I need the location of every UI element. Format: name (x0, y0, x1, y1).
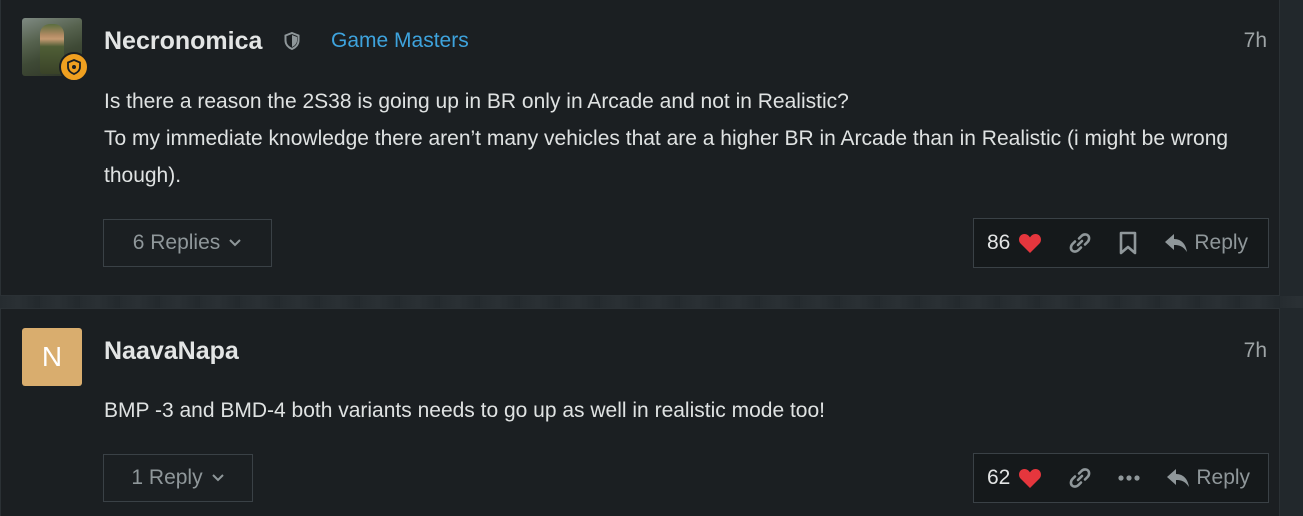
post-controls: 86 Reply (973, 218, 1269, 268)
show-replies-button[interactable]: 1 Reply (103, 454, 253, 502)
like-count[interactable]: 62 (987, 466, 1010, 490)
topic-page: Necronomica Game Masters 7h Is there a r… (0, 0, 1303, 516)
more-icon[interactable] (1118, 474, 1140, 482)
reply-label: Reply (1196, 466, 1251, 489)
shield-icon (284, 31, 300, 51)
like-count[interactable]: 86 (987, 231, 1010, 255)
chevron-down-icon (228, 238, 242, 248)
reply-button[interactable]: Reply (1166, 466, 1250, 490)
replies-label: 6 Replies (132, 231, 221, 254)
chevron-down-icon (211, 473, 225, 483)
user-group-link[interactable]: Game Masters (331, 29, 469, 53)
reply-label: Reply (1194, 231, 1249, 254)
reply-icon (1164, 233, 1188, 253)
show-replies-button[interactable]: 6 Replies (103, 219, 272, 267)
link-icon[interactable] (1068, 466, 1092, 490)
link-icon[interactable] (1068, 231, 1092, 255)
bookmark-icon[interactable] (1118, 231, 1138, 255)
post: N NaavaNapa 7h BMP -3 and BMD-4 both var… (0, 308, 1280, 516)
post-time[interactable]: 7h (1244, 29, 1267, 53)
heart-icon[interactable] (1018, 232, 1042, 254)
post-paragraph: To my immediate knowledge there aren’t m… (104, 127, 1229, 187)
post-paragraph: BMP -3 and BMD-4 both variants needs to … (104, 399, 825, 422)
moderator-badge-icon (59, 52, 89, 82)
username[interactable]: NaavaNapa (104, 337, 239, 366)
heart-icon[interactable] (1018, 467, 1042, 489)
avatar[interactable]: N (22, 328, 82, 386)
post-time[interactable]: 7h (1244, 339, 1267, 363)
post-body: Is there a reason the 2S38 is going up i… (104, 83, 1254, 194)
post-paragraph: Is there a reason the 2S38 is going up i… (104, 90, 849, 113)
post-body: BMP -3 and BMD-4 both variants needs to … (104, 392, 1254, 429)
avatar[interactable] (22, 18, 89, 82)
reply-icon (1166, 468, 1190, 488)
replies-label: 1 Reply (131, 466, 203, 489)
post-separator (0, 296, 1303, 308)
username[interactable]: Necronomica (104, 27, 262, 56)
reply-button[interactable]: Reply (1164, 231, 1248, 255)
post-controls: 62 Reply (973, 453, 1269, 503)
avatar-letter: N (22, 328, 82, 386)
post: Necronomica Game Masters 7h Is there a r… (0, 0, 1280, 296)
